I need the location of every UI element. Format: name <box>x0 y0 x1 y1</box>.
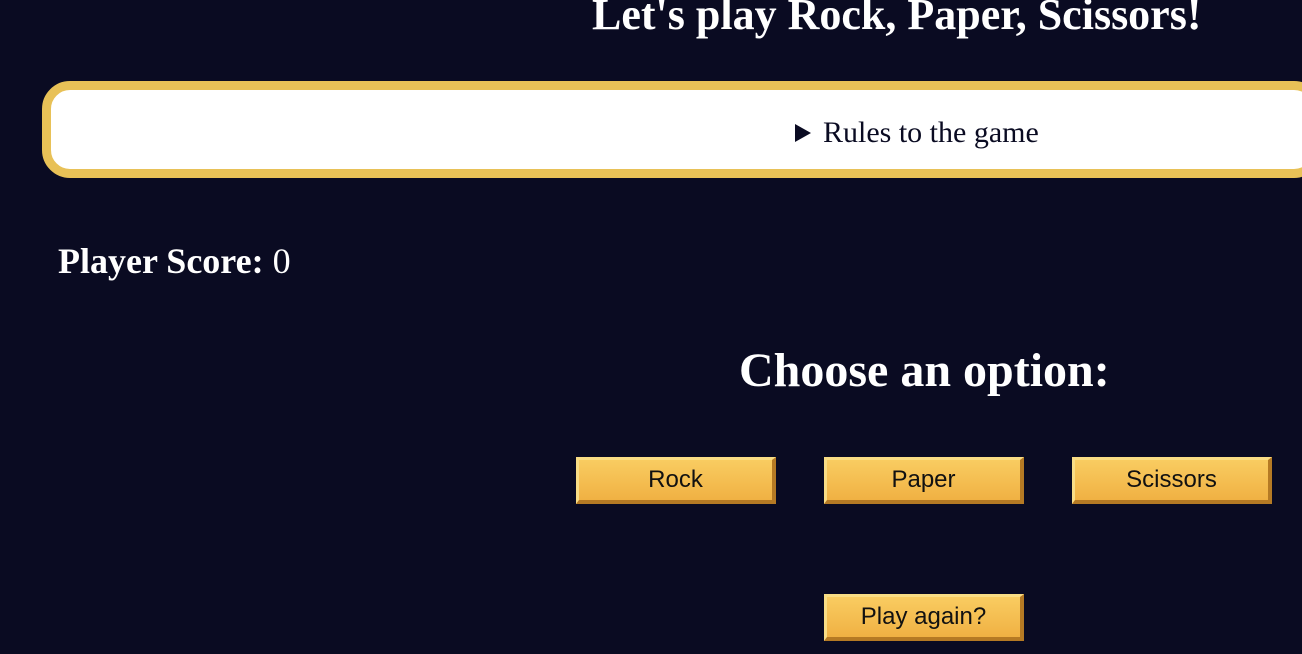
rock-button[interactable]: Rock <box>576 457 776 504</box>
scissors-button[interactable]: Scissors <box>1072 457 1272 504</box>
player-score-value: 0 <box>272 241 291 281</box>
paper-button[interactable]: Paper <box>824 457 1024 504</box>
player-score-label: Player Score: <box>58 241 264 281</box>
rules-summary[interactable]: Rules to the game <box>795 116 1039 150</box>
choose-heading: Choose an option: <box>739 344 1110 397</box>
rules-details: Rules to the game <box>42 81 1302 178</box>
page-title: Let's play Rock, Paper, Scissors! <box>592 0 1202 39</box>
triangle-right-icon <box>795 124 811 142</box>
player-score: Player Score: 0 <box>58 239 291 283</box>
rules-summary-label: Rules to the game <box>823 116 1039 149</box>
play-again-button[interactable]: Play again? <box>824 594 1024 641</box>
